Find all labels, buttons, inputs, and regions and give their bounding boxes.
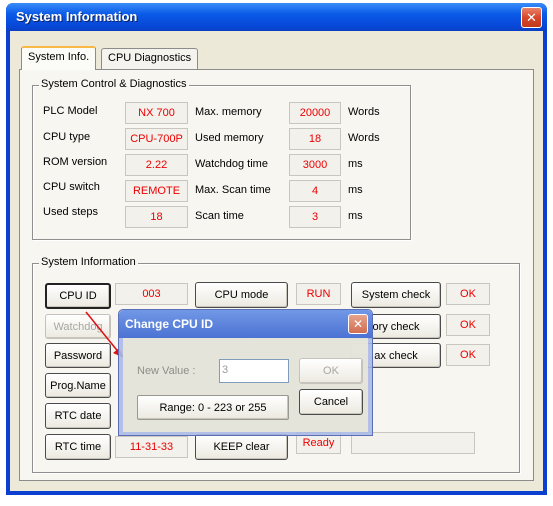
title-bar[interactable]: System Information ✕: [6, 3, 547, 31]
cpu-mode-button[interactable]: CPU mode: [195, 282, 288, 308]
cpu-type-label: CPU type: [43, 131, 91, 143]
watchdog-time-label: Watchdog time: [195, 158, 268, 170]
max-scan-time-value: 4: [289, 180, 341, 202]
tab-cpu-diagnostics[interactable]: CPU Diagnostics: [101, 48, 199, 69]
plc-model-label: PLC Model: [43, 105, 98, 117]
dialog-title: Change CPU ID: [125, 317, 214, 331]
cancel-button[interactable]: Cancel: [299, 389, 363, 415]
range-hint: Range: 0 - 223 or 255: [137, 395, 289, 420]
max-memory-value: 20000: [289, 102, 341, 124]
used-memory-value: 18: [289, 128, 341, 150]
keep-clear-button[interactable]: KEEP clear: [195, 434, 288, 460]
system-check-value: OK: [446, 283, 490, 305]
max-scan-time-label: Max. Scan time: [195, 184, 271, 196]
rtc-time-button[interactable]: RTC time: [45, 434, 111, 460]
tab-system-info[interactable]: System Info.: [21, 46, 97, 70]
plc-model-value: NX 700: [125, 102, 188, 124]
watchdog-button[interactable]: Watchdog: [45, 314, 111, 339]
password-button[interactable]: Password: [45, 343, 111, 368]
ok-button[interactable]: OK: [299, 358, 363, 384]
rom-version-label: ROM version: [43, 156, 108, 168]
cpu-switch-value: REMOTE: [125, 180, 188, 202]
cpu-id-value: 003: [115, 283, 188, 305]
cpu-type-value: CPU-700P: [125, 128, 188, 150]
close-icon[interactable]: ✕: [521, 7, 542, 28]
dialog-title-bar[interactable]: Change CPU ID ✕: [119, 310, 372, 338]
control-diagnostics-group: System Control & Diagnostics PLC Model N…: [32, 78, 411, 240]
prog-name-button[interactable]: Prog.Name: [45, 373, 111, 398]
system-check-button[interactable]: System check: [351, 282, 441, 308]
new-value-input[interactable]: 3: [219, 359, 289, 383]
scan-time-unit: ms: [348, 210, 363, 222]
new-value-label: New Value :: [137, 365, 196, 377]
window-title: System Information: [16, 9, 138, 24]
max-memory-unit: Words: [348, 106, 380, 118]
rtc-date-button[interactable]: RTC date: [45, 403, 111, 429]
change-cpu-id-dialog: Change CPU ID ✕ New Value : 3 OK Range: …: [118, 309, 373, 436]
dialog-client: New Value : 3 OK Range: 0 - 223 or 255 C…: [123, 338, 368, 432]
cpu-id-button[interactable]: CPU ID: [45, 283, 111, 309]
used-memory-label: Used memory: [195, 132, 264, 144]
watchdog-time-unit: ms: [348, 158, 363, 170]
used-steps-label: Used steps: [43, 206, 99, 218]
used-steps-value: 18: [125, 206, 188, 228]
scan-time-label: Scan time: [195, 210, 244, 222]
memory-check-value: OK: [446, 314, 490, 336]
rtc-time-value: 11-31-33: [115, 436, 188, 458]
cpu-switch-label: CPU switch: [43, 181, 100, 193]
watchdog-time-value: 3000: [289, 154, 341, 176]
max-scan-time-unit: ms: [348, 184, 363, 196]
info-group-title: System Information: [39, 256, 138, 268]
cpu-mode-value: RUN: [296, 283, 341, 305]
rom-version-value: 2.22: [125, 154, 188, 176]
used-memory-unit: Words: [348, 132, 380, 144]
max-check-value: OK: [446, 344, 490, 366]
scan-time-value: 3: [289, 206, 341, 228]
max-memory-label: Max. memory: [195, 106, 262, 118]
close-icon[interactable]: ✕: [348, 314, 368, 334]
control-group-title: System Control & Diagnostics: [39, 78, 189, 90]
